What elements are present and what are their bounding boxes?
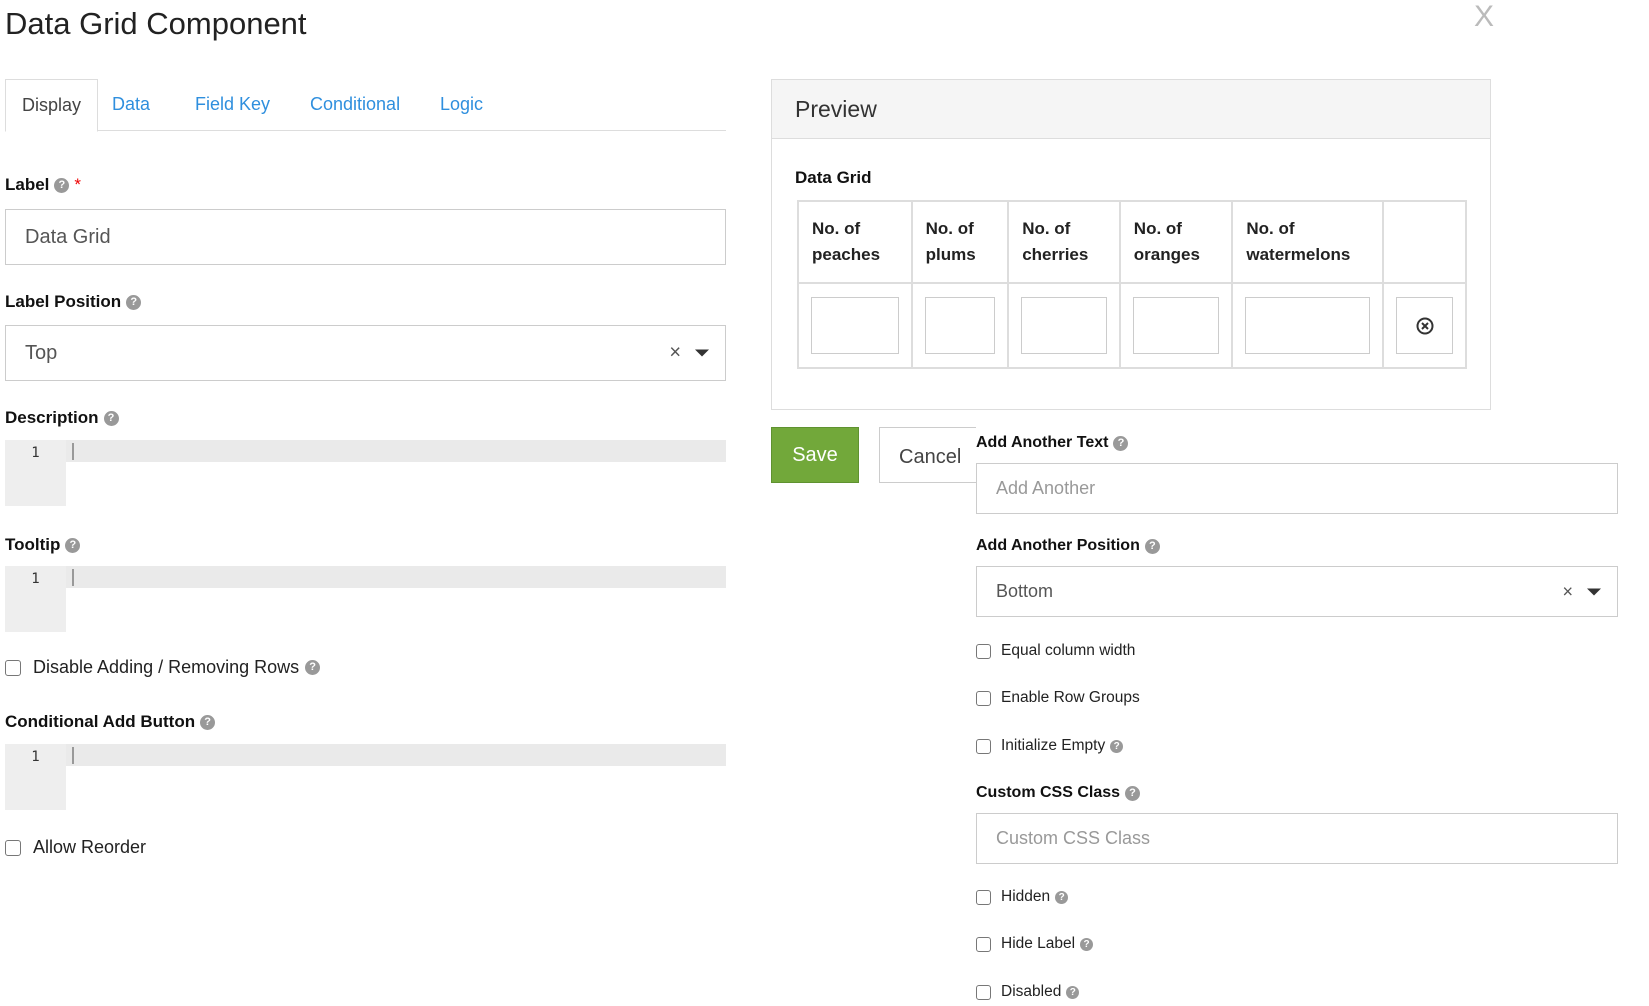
- label-position-label: Label Position ?: [5, 292, 142, 312]
- help-icon[interactable]: ?: [65, 537, 81, 553]
- clear-icon[interactable]: ×: [669, 342, 681, 365]
- label-field-label: Label ? *: [5, 175, 82, 194]
- help-icon[interactable]: ?: [1113, 435, 1129, 451]
- line-number: 1: [5, 440, 66, 506]
- help-icon[interactable]: ?: [54, 177, 70, 193]
- page-title: Data Grid Component: [5, 6, 307, 41]
- tab-data[interactable]: Data: [112, 79, 150, 131]
- add-another-position-label: Add Another Position ?: [976, 537, 1160, 555]
- grid-cell-input[interactable]: [1245, 297, 1370, 354]
- close-button[interactable]: X: [1474, 0, 1494, 34]
- initialize-empty-checkbox-row[interactable]: Initialize Empty ?: [976, 737, 1124, 755]
- checkbox[interactable]: [976, 738, 991, 754]
- add-another-text-label: Add Another Text ?: [976, 434, 1129, 452]
- hidden-checkbox-row[interactable]: Hidden ?: [976, 888, 1069, 906]
- column-header: No. of cherries: [1007, 200, 1121, 284]
- label-position-value: Top: [25, 341, 58, 364]
- disable-adding-checkbox-row[interactable]: Disable Adding / Removing Rows ?: [5, 657, 321, 678]
- tab-conditional[interactable]: Conditional: [310, 79, 400, 131]
- preview-panel: Preview Data Grid No. of peaches No. of …: [771, 79, 1491, 410]
- description-editor[interactable]: 1: [5, 440, 726, 506]
- grid-cell-input[interactable]: [924, 297, 996, 354]
- column-header: No. of plums: [910, 200, 1010, 284]
- column-header: No. of oranges: [1118, 200, 1234, 284]
- add-another-text-input[interactable]: Add Another: [976, 463, 1618, 514]
- enable-row-groups-checkbox-row[interactable]: Enable Row Groups: [976, 689, 1140, 707]
- description-label: Description ?: [5, 408, 119, 428]
- remove-row-button[interactable]: [1396, 297, 1453, 354]
- help-icon[interactable]: ?: [305, 660, 321, 675]
- label-input[interactable]: Data Grid: [5, 209, 726, 265]
- tooltip-label: Tooltip ?: [5, 535, 81, 555]
- column-header: No. of peaches: [797, 200, 913, 284]
- grid-cell-input[interactable]: [811, 297, 899, 354]
- custom-css-input[interactable]: Custom CSS Class: [976, 813, 1618, 864]
- help-icon[interactable]: ?: [1144, 538, 1160, 554]
- help-icon[interactable]: ?: [126, 294, 142, 310]
- disabled-checkbox-row[interactable]: Disabled ?: [976, 983, 1080, 1001]
- help-icon[interactable]: ?: [1066, 985, 1080, 999]
- caret-down-icon[interactable]: [1587, 588, 1601, 595]
- checkbox[interactable]: [976, 984, 991, 1000]
- grid-cell-input[interactable]: [1132, 297, 1220, 354]
- required-marker: *: [74, 175, 82, 194]
- column-header: No. of watermelons: [1231, 200, 1384, 284]
- checkbox[interactable]: [5, 839, 21, 856]
- caret-down-icon[interactable]: [695, 349, 709, 357]
- hide-label-checkbox-row[interactable]: Hide Label ?: [976, 935, 1094, 953]
- checkbox[interactable]: [976, 690, 991, 706]
- equal-column-width-checkbox-row[interactable]: Equal column width: [976, 642, 1135, 660]
- checkbox[interactable]: [976, 936, 991, 952]
- tooltip-editor[interactable]: 1: [5, 566, 726, 632]
- allow-reorder-checkbox-row[interactable]: Allow Reorder: [5, 837, 146, 858]
- grid-label: Data Grid: [795, 168, 872, 187]
- save-button[interactable]: Save: [771, 427, 859, 483]
- help-icon[interactable]: ?: [103, 410, 119, 426]
- times-circle-icon: [1416, 317, 1433, 334]
- line-number: 1: [5, 744, 66, 810]
- checkbox[interactable]: [5, 659, 21, 676]
- add-another-position-select[interactable]: Bottom ×: [976, 566, 1618, 617]
- conditional-add-editor[interactable]: 1: [5, 744, 726, 810]
- column-header-actions: [1382, 200, 1467, 284]
- tab-logic[interactable]: Logic: [440, 79, 483, 131]
- help-icon[interactable]: ?: [1080, 937, 1094, 951]
- help-icon[interactable]: ?: [1125, 785, 1141, 801]
- custom-css-label: Custom CSS Class ?: [976, 784, 1141, 802]
- label-input-value: Data Grid: [25, 225, 111, 248]
- preview-title: Preview: [772, 80, 1490, 139]
- grid-cell-input[interactable]: [1021, 297, 1107, 354]
- cancel-button[interactable]: Cancel: [879, 427, 976, 483]
- checkbox[interactable]: [976, 643, 991, 659]
- tab-display[interactable]: Display: [5, 79, 99, 132]
- help-icon[interactable]: ?: [1055, 890, 1069, 904]
- data-grid-table: No. of peaches No. of plums No. of cherr…: [797, 200, 1467, 369]
- help-icon[interactable]: ?: [1110, 739, 1124, 753]
- tab-field-key[interactable]: Field Key: [195, 79, 270, 131]
- line-number: 1: [5, 566, 66, 632]
- help-icon[interactable]: ?: [200, 714, 216, 730]
- conditional-add-label: Conditional Add Button ?: [5, 712, 216, 732]
- table-row: [797, 282, 1467, 369]
- tab-bar: Display Data Field Key Conditional Logic: [5, 79, 726, 132]
- label-position-select[interactable]: Top ×: [5, 325, 726, 381]
- checkbox[interactable]: [976, 889, 991, 905]
- clear-icon[interactable]: ×: [1562, 581, 1573, 602]
